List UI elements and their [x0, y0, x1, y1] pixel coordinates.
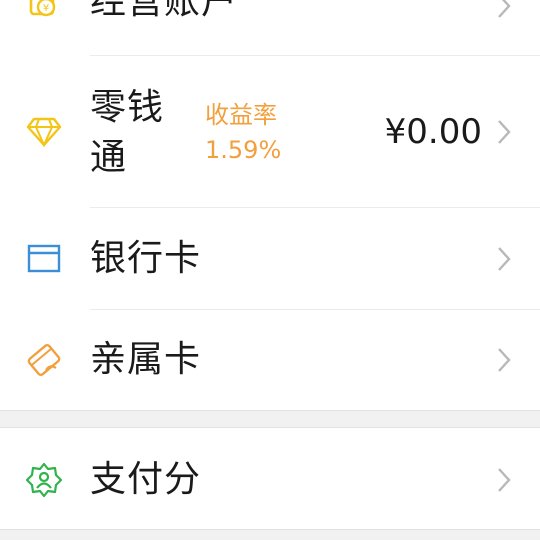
- balance-amount: ¥0.00: [384, 112, 482, 152]
- yield-label: 收益率: [205, 101, 277, 129]
- section-gap-border: [0, 410, 540, 411]
- section-gap-border: [0, 529, 540, 530]
- menu-item-label: 亲属卡: [90, 339, 202, 380]
- chevron-right-icon: [496, 466, 512, 494]
- menu-item-bank-card[interactable]: 银行卡: [0, 208, 540, 309]
- menu-item-label-line2: 通: [90, 137, 128, 178]
- menu-item-change-pass[interactable]: 零钱 通 收益率 1.59% ¥0.00: [0, 56, 540, 207]
- menu-item-label: 经营账户: [90, 0, 239, 22]
- menu-item-pay-score[interactable]: 支付分: [0, 428, 540, 529]
- bank-card-icon: [26, 241, 62, 277]
- menu-item-business-account[interactable]: ¥ 经营账户: [0, 0, 540, 55]
- menu-item-label: 支付分: [90, 459, 202, 500]
- section-gap: [0, 529, 540, 540]
- section-gap: [0, 410, 540, 428]
- chevron-right-icon: [496, 346, 512, 374]
- pay-score-icon: [26, 462, 62, 498]
- menu-item-family-card[interactable]: 亲属卡: [0, 310, 540, 410]
- business-account-icon: ¥: [26, 0, 62, 22]
- diamond-icon: [26, 113, 62, 149]
- chevron-right-icon: [496, 0, 512, 20]
- chevron-right-icon: [496, 245, 512, 273]
- menu-item-label-line1: 零钱: [90, 87, 165, 128]
- yield-value: 1.59%: [205, 136, 282, 164]
- svg-text:¥: ¥: [43, 3, 49, 14]
- family-card-icon: [26, 342, 62, 378]
- chevron-right-icon: [496, 118, 512, 146]
- menu-item-label: 银行卡: [90, 238, 202, 279]
